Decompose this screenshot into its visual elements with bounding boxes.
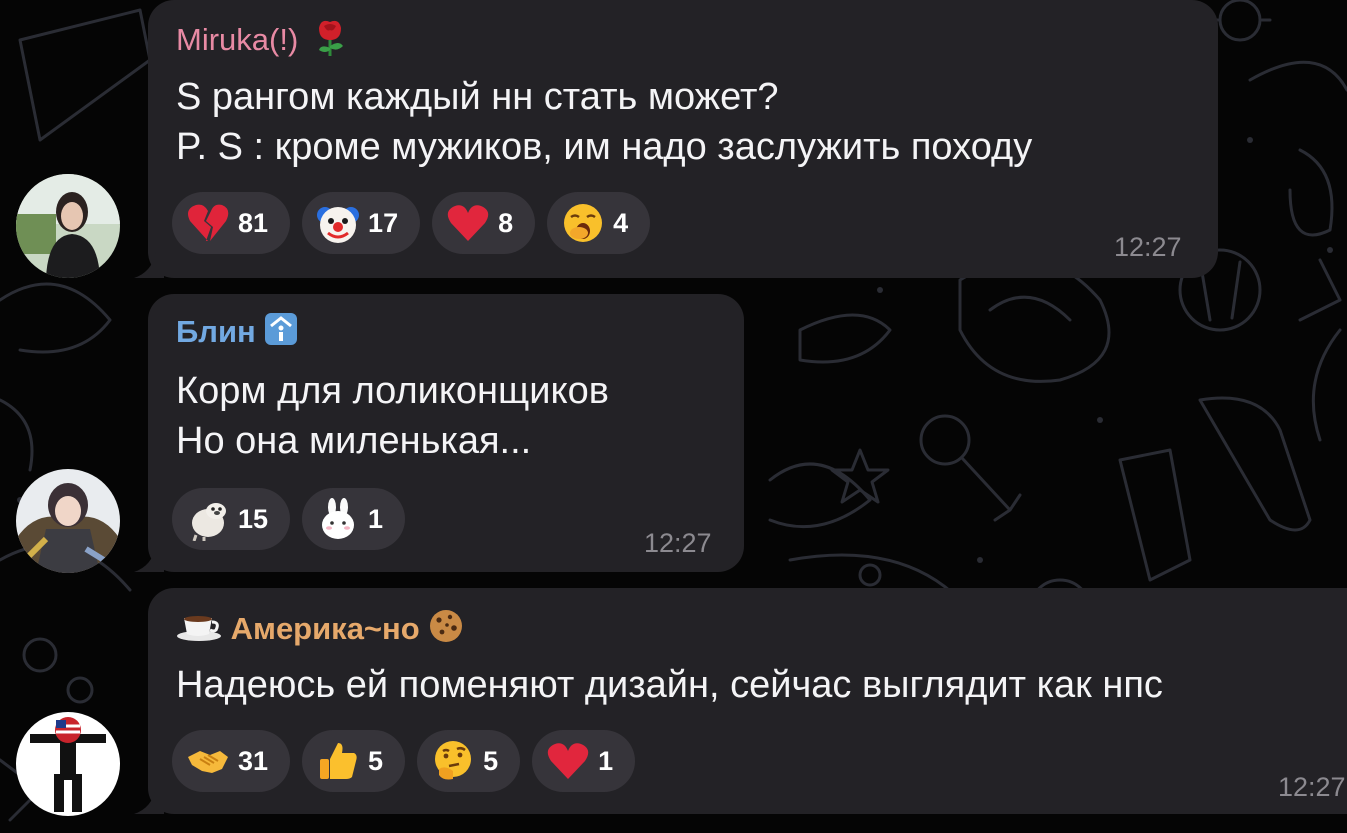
message-bubble[interactable]: Америка~но Надеюсь ей поменяют дизайн, с… (134, 588, 1347, 814)
sender-name[interactable]: Блин (176, 312, 298, 356)
cookie-icon (428, 608, 464, 654)
avatar[interactable] (16, 469, 120, 573)
sender-name-text: Америка~но (230, 611, 420, 647)
reaction-chip[interactable]: 5 (302, 730, 406, 792)
bunny-sticker-icon (316, 497, 360, 541)
reaction-count: 5 (483, 745, 499, 776)
chat-view[interactable]: Miruka(!) S рангом каждый нн стать может… (0, 0, 1347, 833)
sender-name[interactable]: Miruka(!) (176, 18, 347, 66)
clown-face-icon (316, 201, 360, 245)
reaction-count: 8 (498, 207, 514, 238)
reaction-chip[interactable]: 31 (172, 730, 291, 792)
message-timestamp: 12:27 (644, 528, 712, 558)
coffee-cup-icon (176, 610, 222, 652)
message-bubble[interactable]: Блин Корм для лоликонщиков Но она милень… (134, 294, 744, 572)
reaction-count: 1 (368, 503, 384, 534)
reaction-chip[interactable]: 81 (172, 192, 291, 254)
reaction-chip[interactable]: 17 (302, 192, 421, 254)
yawning-face-icon (561, 201, 605, 245)
bubble-tail (134, 252, 164, 278)
message-text-line: Надеюсь ей поменяют дизайн, сейчас выгля… (176, 664, 1163, 706)
handshake-icon (186, 739, 230, 783)
message-text-line: S рангом каждый нн стать может? (176, 76, 779, 118)
sender-name-text: Блин (176, 314, 256, 350)
reaction-count: 5 (368, 745, 384, 776)
reaction-chip[interactable]: 4 (547, 192, 651, 254)
thinking-face-icon (431, 739, 475, 783)
reaction-count: 4 (613, 207, 629, 238)
message-text-line: Но она миленькая... (176, 420, 532, 462)
reaction-chip[interactable]: 1 (302, 488, 406, 550)
avatar[interactable] (16, 712, 120, 816)
sender-name[interactable]: Америка~но (176, 608, 464, 654)
message-text-line: P. S : кроме мужиков, им надо заслужить … (176, 126, 1033, 168)
bubble-tail (134, 788, 164, 814)
avatar[interactable] (16, 174, 120, 278)
reaction-count: 81 (238, 207, 269, 238)
seal-sticker-icon (186, 497, 230, 542)
thumbs-up-icon (316, 739, 360, 783)
reaction-count: 15 (238, 503, 269, 534)
reactions-bar: 31 5 5 1 (172, 730, 636, 792)
reactions-bar: 81 17 8 4 (172, 192, 651, 254)
red-heart-icon (546, 739, 590, 783)
reaction-count: 1 (598, 745, 614, 776)
broken-heart-icon (186, 201, 230, 245)
reaction-chip[interactable]: 15 (172, 488, 291, 550)
reaction-count: 17 (368, 207, 399, 238)
message-timestamp: 12:27 (1114, 232, 1182, 262)
reaction-count: 31 (238, 745, 269, 776)
rose-icon (313, 18, 347, 66)
message-text-line: Корм для лоликонщиков (176, 370, 609, 412)
reactions-bar: 15 1 (172, 488, 406, 550)
message-bubble[interactable]: Miruka(!) S рангом каждый нн стать может… (134, 0, 1218, 278)
bubble-tail (134, 546, 164, 572)
reaction-chip[interactable]: 1 (532, 730, 636, 792)
reaction-chip[interactable]: 8 (432, 192, 536, 254)
info-badge-icon (264, 312, 298, 356)
red-heart-icon (446, 201, 490, 245)
sender-name-text: Miruka(!) (176, 22, 299, 58)
reaction-chip[interactable]: 5 (417, 730, 521, 792)
message-timestamp: 12:27 (1278, 772, 1346, 802)
